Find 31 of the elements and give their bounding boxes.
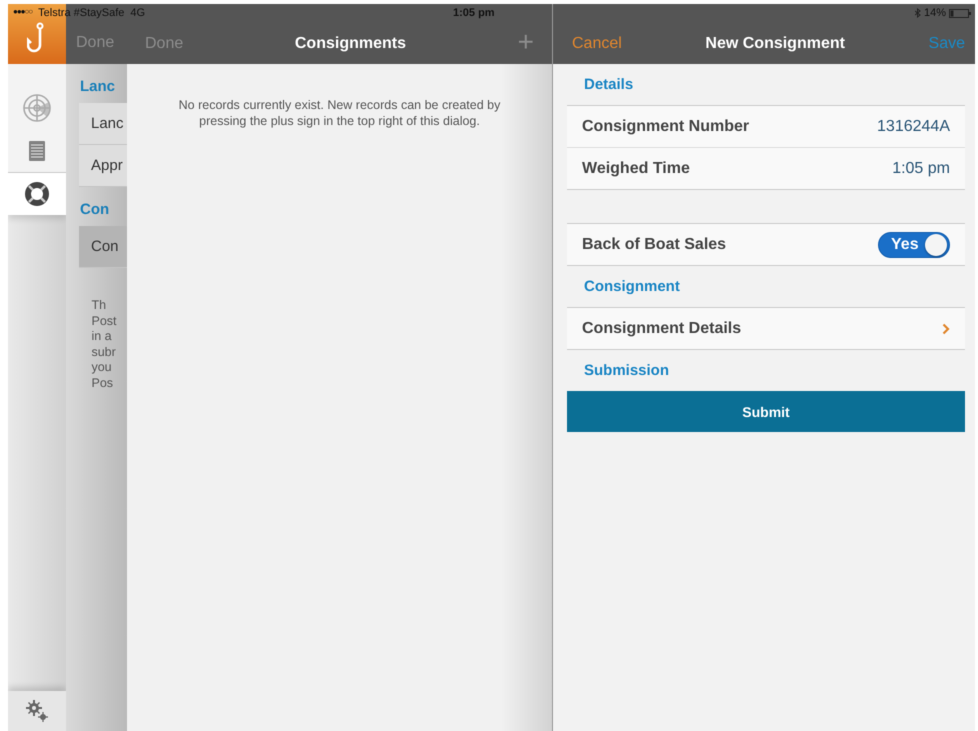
section-header: Details	[583, 75, 634, 95]
field-value: 1:05 pm	[892, 160, 950, 178]
chevron-right-icon	[942, 322, 950, 334]
signal-strength: ●●●○○	[13, 7, 32, 18]
form-title: New Consignment	[704, 35, 846, 53]
battery-icon	[949, 8, 971, 18]
field-value: 1316244A	[877, 118, 950, 136]
field-label: Weighed Time	[582, 160, 690, 178]
info-text: Th Post in a subr you Pos	[90, 298, 118, 391]
list-item[interactable]: Con	[79, 226, 127, 268]
section-header: Lanc	[79, 77, 116, 97]
clock-time: 1:05 pm	[453, 7, 496, 19]
empty-message: No records currently exist. New records can be created by pressing the plus sign in the top right of this dialog.	[178, 97, 502, 130]
settings-icon[interactable]	[25, 699, 49, 723]
panel-title: Consignments	[294, 35, 407, 53]
field-label: Back of Boat Sales	[582, 236, 726, 254]
list-item[interactable]: Lanc	[79, 103, 127, 145]
section-header: Submission	[583, 361, 670, 381]
cancel-button[interactable]: Cancel	[572, 35, 622, 53]
submit-button[interactable]: Submit	[567, 391, 965, 432]
toggle-switch[interactable]: Yes	[878, 232, 950, 258]
lifebuoy-icon[interactable]	[24, 181, 50, 207]
bluetooth-icon	[914, 8, 921, 18]
field-label: Consignment Number	[582, 118, 750, 136]
document-icon[interactable]	[28, 140, 46, 162]
network-type: 4G	[130, 7, 146, 19]
section-header: Con	[79, 200, 110, 220]
battery-percent: 14%	[924, 7, 946, 19]
section-header: Consignment	[583, 277, 681, 297]
list-item[interactable]: Appr	[79, 145, 127, 187]
navigation-row[interactable]: Consignment Details	[567, 308, 965, 350]
